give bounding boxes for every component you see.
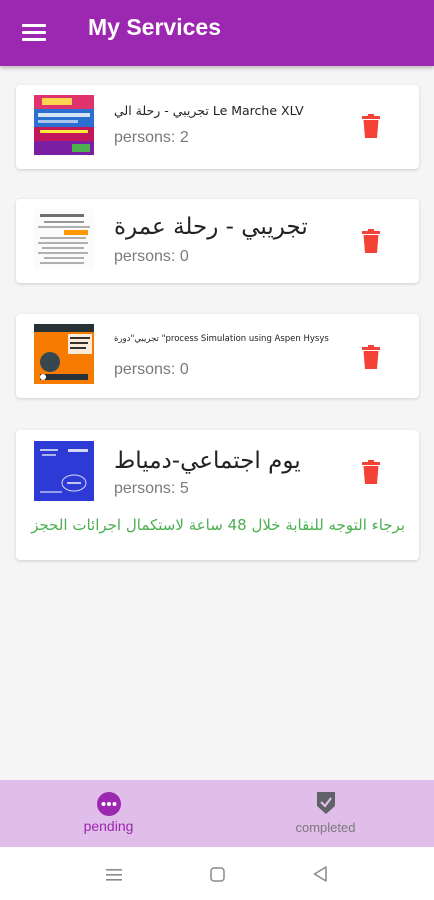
delete-icon[interactable] <box>362 345 380 369</box>
delete-icon[interactable] <box>362 460 380 484</box>
service-card[interactable]: يوم اجتماعي-دمياط persons: 5 برجاء التوج… <box>16 430 419 560</box>
tab-completed[interactable]: completed <box>217 780 434 847</box>
tab-pending[interactable]: pending <box>0 780 217 847</box>
service-card[interactable]: تجريبي - رحلة عمرة persons: 0 <box>16 199 419 283</box>
more-dots-icon <box>97 792 121 820</box>
document-thumbnail <box>34 209 94 269</box>
course-poster-thumbnail <box>34 324 94 384</box>
event-poster-thumbnail <box>34 95 94 155</box>
service-name: تجريبي - رحلة الي Le Marche XLV <box>114 103 304 118</box>
page-title: My Services <box>88 14 221 40</box>
tab-completed-label: completed <box>295 820 356 835</box>
service-name: تجريبي"دورة "process Simulation using As… <box>114 334 329 344</box>
shield-check-icon <box>316 791 336 819</box>
persons-count: persons: 0 <box>114 361 189 378</box>
tab-pending-label: pending <box>83 818 134 834</box>
hamburger-menu-icon[interactable] <box>22 24 46 42</box>
back-icon[interactable] <box>313 866 327 886</box>
service-card[interactable]: تجريبي"دورة "process Simulation using As… <box>16 314 419 398</box>
persons-count: persons: 0 <box>114 248 189 265</box>
recent-apps-icon[interactable] <box>106 867 122 886</box>
service-card[interactable]: تجريبي - رحلة الي Le Marche XLV persons:… <box>16 85 419 169</box>
bottom-navigation: pending completed <box>0 780 434 847</box>
blue-poster-thumbnail <box>34 441 94 501</box>
app-bar: My Services <box>0 0 434 66</box>
persons-count: persons: 2 <box>114 129 189 146</box>
delete-icon[interactable] <box>362 229 380 253</box>
service-name: يوم اجتماعي-دمياط <box>114 448 301 474</box>
persons-count: persons: 5 <box>114 480 189 497</box>
service-name: تجريبي - رحلة عمرة <box>114 214 308 240</box>
booking-note: برجاء التوجه للنقابة خلال 48 ساعة لاستكم… <box>31 516 405 534</box>
system-navigation-bar <box>0 847 434 900</box>
home-icon[interactable] <box>210 867 225 886</box>
delete-icon[interactable] <box>362 114 380 138</box>
